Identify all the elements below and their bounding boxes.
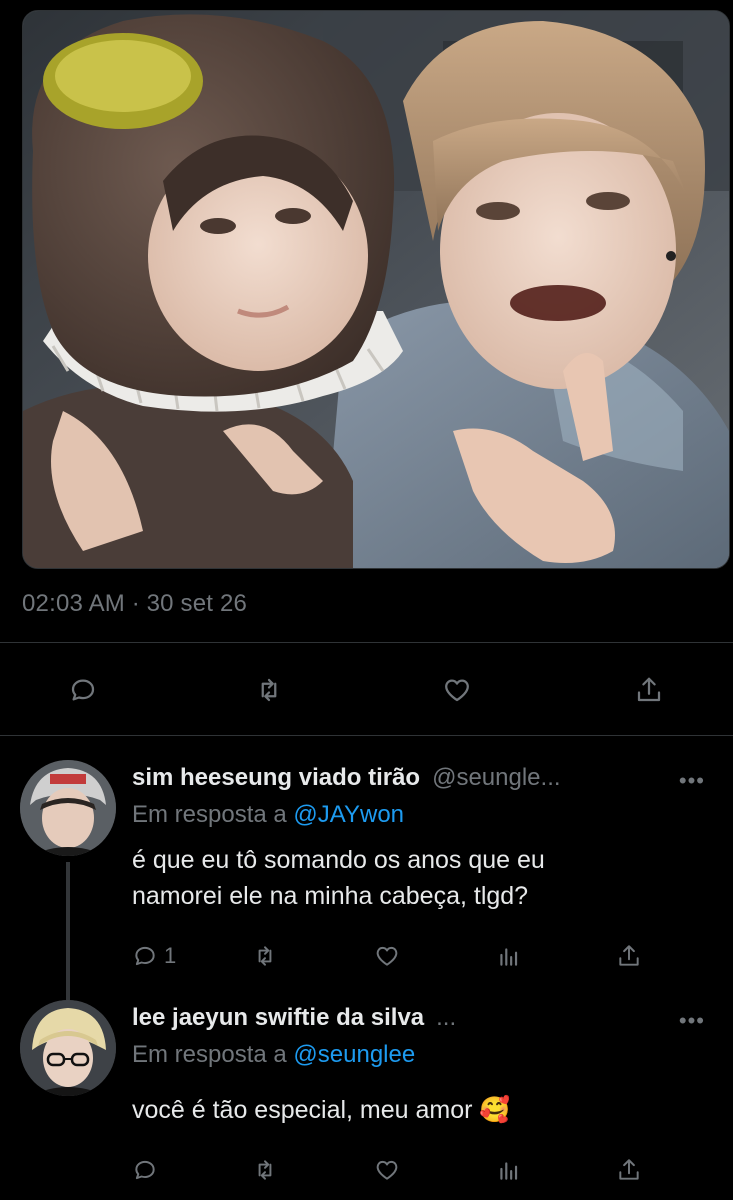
divider <box>0 735 733 736</box>
like-button[interactable] <box>374 1150 400 1190</box>
tweet-timestamp[interactable]: 02:03 AM · 30 set 26 <box>22 590 247 618</box>
reply-prefix: Em resposta a <box>132 801 287 828</box>
thread-line <box>66 862 70 1002</box>
reply-button[interactable] <box>132 1150 158 1190</box>
views-icon <box>500 948 518 966</box>
author-handle[interactable]: ... <box>436 1004 456 1032</box>
like-icon <box>445 679 469 702</box>
views-button[interactable] <box>496 1150 522 1190</box>
share-icon <box>619 1159 639 1180</box>
reply-icon <box>71 679 95 701</box>
reply-icon <box>135 946 155 966</box>
mention-link[interactable]: @seunglee <box>293 1041 415 1068</box>
reply-context: Em resposta a @JAYwon <box>132 801 404 829</box>
views-button[interactable] <box>496 936 522 976</box>
reply-header: lee jaeyun swiftie da silva ... <box>132 1004 456 1032</box>
divider <box>0 642 733 643</box>
reply-icon <box>135 1160 155 1180</box>
author-name[interactable]: sim heeseung viado tirão <box>132 764 420 792</box>
share-button[interactable] <box>634 670 664 710</box>
retweet-button[interactable] <box>252 936 278 976</box>
share-button[interactable] <box>616 936 642 976</box>
reply-text: é que eu tô somando os anos que eu namor… <box>132 842 692 914</box>
like-button[interactable] <box>374 936 400 976</box>
retweet-icon <box>261 678 277 702</box>
more-options-button[interactable]: ••• <box>679 768 705 794</box>
share-button[interactable] <box>616 1150 642 1190</box>
more-options-button[interactable]: ••• <box>679 1008 705 1034</box>
like-button[interactable] <box>442 670 472 710</box>
reply-text-line: é que eu tô somando os anos que eu <box>132 846 545 874</box>
like-icon <box>376 946 398 966</box>
like-icon <box>376 1160 398 1180</box>
avatar[interactable] <box>20 760 116 856</box>
reply-prefix: Em resposta a <box>132 1041 287 1068</box>
share-icon <box>637 677 661 702</box>
reply-text-line: namorei ele na minha cabeça, tlgd? <box>132 882 529 910</box>
reply-count: 1 <box>164 943 177 968</box>
author-name[interactable]: lee jaeyun swiftie da silva <box>132 1004 424 1032</box>
reply-text: você é tão especial, meu amor 🥰 <box>132 1096 511 1124</box>
share-icon <box>619 945 639 966</box>
avatar[interactable] <box>20 1000 116 1096</box>
reply-button[interactable]: 1 <box>132 936 176 976</box>
reply-action-bar: 1 <box>0 936 733 976</box>
retweet-icon <box>258 1160 272 1180</box>
reply-context: Em resposta a @seunglee <box>132 1041 415 1069</box>
reply-button[interactable] <box>68 670 98 710</box>
reply-action-bar <box>0 1150 733 1190</box>
tweet-date: 30 set 26 <box>146 590 248 617</box>
tweet-time: 02:03 AM <box>22 590 126 617</box>
retweet-button[interactable] <box>254 670 284 710</box>
views-icon <box>500 1162 518 1180</box>
author-handle[interactable]: @seungle... <box>432 764 560 792</box>
tweet-action-bar <box>0 670 733 730</box>
reply-header: sim heeseung viado tirão @seungle... <box>132 764 561 792</box>
mention-link[interactable]: @JAYwon <box>293 801 404 828</box>
timestamp-separator: · <box>131 590 140 617</box>
retweet-button[interactable] <box>252 1150 278 1190</box>
tweet-photo[interactable] <box>22 10 730 569</box>
retweet-icon <box>258 946 272 966</box>
